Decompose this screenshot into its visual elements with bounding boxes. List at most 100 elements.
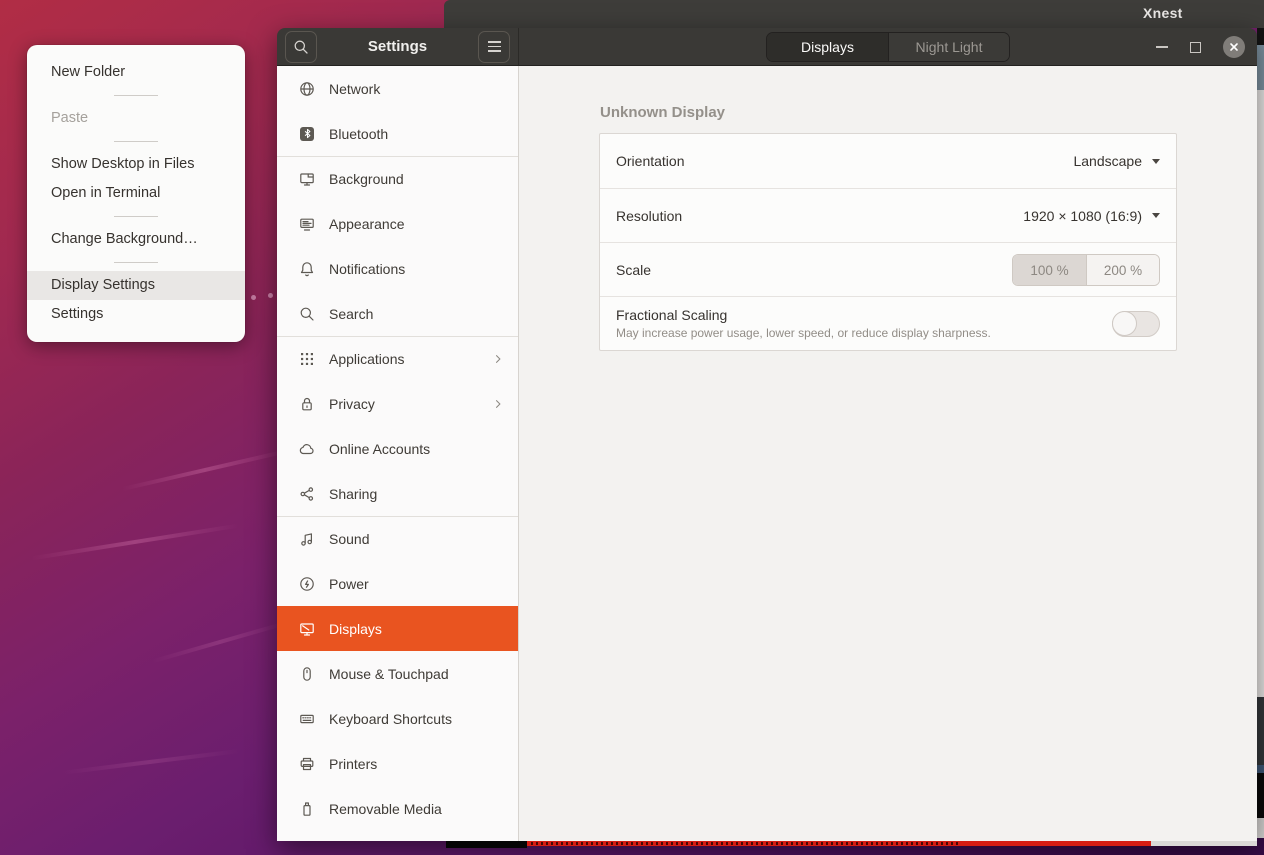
display-icon [299, 621, 315, 637]
alert-banner-text-hint [531, 842, 961, 845]
search-icon [293, 39, 309, 55]
sidebar-item-label: Notifications [329, 261, 405, 277]
maximize-button[interactable] [1190, 42, 1201, 53]
lock-icon [299, 396, 315, 412]
sidebar-item-label: Network [329, 81, 380, 97]
background-icon [299, 171, 315, 187]
edge-segment [1257, 90, 1264, 697]
scale-option-100[interactable]: 100 % [1013, 255, 1086, 285]
menu-separator [27, 208, 245, 225]
sidebar-item-background[interactable]: Background [277, 156, 518, 201]
xnest-titlebar[interactable]: Xnest [444, 0, 1264, 28]
sidebar-item-appearance[interactable]: Appearance [277, 201, 518, 246]
dropdown-arrow-icon [1152, 213, 1160, 218]
sidebar-item-sound[interactable]: Sound [277, 516, 518, 561]
sidebar-item-label: Sound [329, 531, 369, 547]
power-icon [299, 576, 315, 592]
scale-segmented-control: 100 % 200 % [1012, 254, 1160, 286]
section-title: Unknown Display [600, 104, 725, 121]
sidebar-item-label: Appearance [329, 216, 405, 232]
sidebar-item-displays[interactable]: Displays [277, 606, 518, 651]
menu-item-paste: Paste [27, 104, 245, 133]
menu-item-settings[interactable]: Settings [27, 300, 245, 329]
sidebar-item-printers[interactable]: Printers [277, 741, 518, 786]
appearance-icon [299, 216, 315, 232]
sidebar-item-search[interactable]: Search [277, 291, 518, 336]
menu-item-change-background[interactable]: Change Background… [27, 225, 245, 254]
settings-sidebar: Network Bluetooth Background Appearance … [277, 66, 519, 841]
menu-item-show-desktop-in-files[interactable]: Show Desktop in Files [27, 150, 245, 179]
sidebar-item-online-accounts[interactable]: Online Accounts [277, 426, 518, 471]
fractional-scaling-subtitle: May increase power usage, lower speed, o… [616, 326, 991, 340]
edge-segment [1257, 773, 1264, 818]
menu-separator [27, 87, 245, 104]
share-icon [299, 486, 315, 502]
scale-option-200[interactable]: 200 % [1086, 255, 1159, 285]
keyboard-icon [299, 711, 315, 727]
fractional-scaling-toggle[interactable] [1112, 311, 1160, 337]
display-settings-card: Orientation Landscape Resolution 1920 × … [599, 133, 1177, 351]
close-button[interactable] [1223, 36, 1245, 58]
tab-displays[interactable]: Displays [767, 33, 888, 61]
sidebar-item-network[interactable]: Network [277, 66, 518, 111]
sidebar-item-label: Sharing [329, 486, 377, 502]
cloud-icon [299, 441, 315, 457]
sidebar-item-removable-media[interactable]: Removable Media [277, 786, 518, 831]
sidebar-item-power[interactable]: Power [277, 561, 518, 606]
sidebar-item-bluetooth[interactable]: Bluetooth [277, 111, 518, 156]
sidebar-item-sharing[interactable]: Sharing [277, 471, 518, 516]
sidebar-item-label: Online Accounts [329, 441, 430, 457]
menu-item-open-in-terminal[interactable]: Open in Terminal [27, 179, 245, 208]
maximize-icon [1190, 42, 1201, 53]
view-switcher: Displays Night Light [766, 32, 1010, 62]
dropdown-arrow-icon [1152, 159, 1160, 164]
sidebar-item-privacy[interactable]: Privacy [277, 381, 518, 426]
wallpaper-streak [152, 621, 288, 663]
window-bottom-edge [1151, 841, 1257, 846]
hamburger-menu-icon [488, 41, 501, 52]
sidebar-titlebar: Settings [277, 28, 519, 66]
globe-icon [299, 81, 315, 97]
alert-banner-strip [527, 841, 1151, 846]
wallpaper-dot [251, 295, 256, 300]
scale-row: Scale 100 % 200 % [600, 242, 1176, 296]
bell-icon [299, 261, 315, 277]
wallpaper-streak [122, 449, 289, 491]
sidebar-item-label: Printers [329, 756, 377, 772]
search-button[interactable] [285, 31, 317, 63]
tab-night-light[interactable]: Night Light [888, 33, 1009, 61]
orientation-dropdown[interactable]: Landscape [1073, 153, 1160, 169]
menu-separator [27, 133, 245, 150]
xnest-window-title: Xnest [1143, 5, 1183, 21]
mouse-icon [299, 666, 315, 682]
primary-menu-button[interactable] [478, 31, 510, 63]
sidebar-item-label: Displays [329, 621, 382, 637]
sidebar-item-keyboard-shortcuts[interactable]: Keyboard Shortcuts [277, 696, 518, 741]
sidebar-item-label: Mouse & Touchpad [329, 666, 449, 682]
resolution-label: Resolution [616, 208, 682, 224]
sidebar-item-label: Removable Media [329, 801, 442, 817]
wallpaper-dot [268, 293, 273, 298]
menu-item-display-settings[interactable]: Display Settings [27, 271, 245, 300]
resolution-row: Resolution 1920 × 1080 (16:9) [600, 188, 1176, 242]
minimize-icon [1156, 46, 1168, 48]
sidebar-item-label: Search [329, 306, 373, 322]
menu-item-new-folder[interactable]: New Folder [27, 58, 245, 87]
fractional-scaling-row: Fractional Scaling May increase power us… [600, 296, 1176, 350]
orientation-value: Landscape [1073, 153, 1142, 169]
minimize-button[interactable] [1156, 46, 1168, 48]
usb-stick-icon [299, 801, 315, 817]
resolution-dropdown[interactable]: 1920 × 1080 (16:9) [1023, 208, 1160, 224]
wallpaper-streak [60, 749, 239, 775]
sidebar-item-mouse-touchpad[interactable]: Mouse & Touchpad [277, 651, 518, 696]
background-window-strip [446, 841, 527, 848]
scale-label: Scale [616, 262, 651, 278]
printer-icon [299, 756, 315, 772]
apps-grid-icon [299, 351, 315, 367]
sidebar-item-applications[interactable]: Applications [277, 336, 518, 381]
wallpaper-streak [31, 524, 239, 561]
desktop-context-menu: New Folder Paste Show Desktop in Files O… [27, 45, 245, 342]
sidebar-item-notifications[interactable]: Notifications [277, 246, 518, 291]
chevron-right-icon [492, 353, 504, 365]
music-note-icon [299, 531, 315, 547]
